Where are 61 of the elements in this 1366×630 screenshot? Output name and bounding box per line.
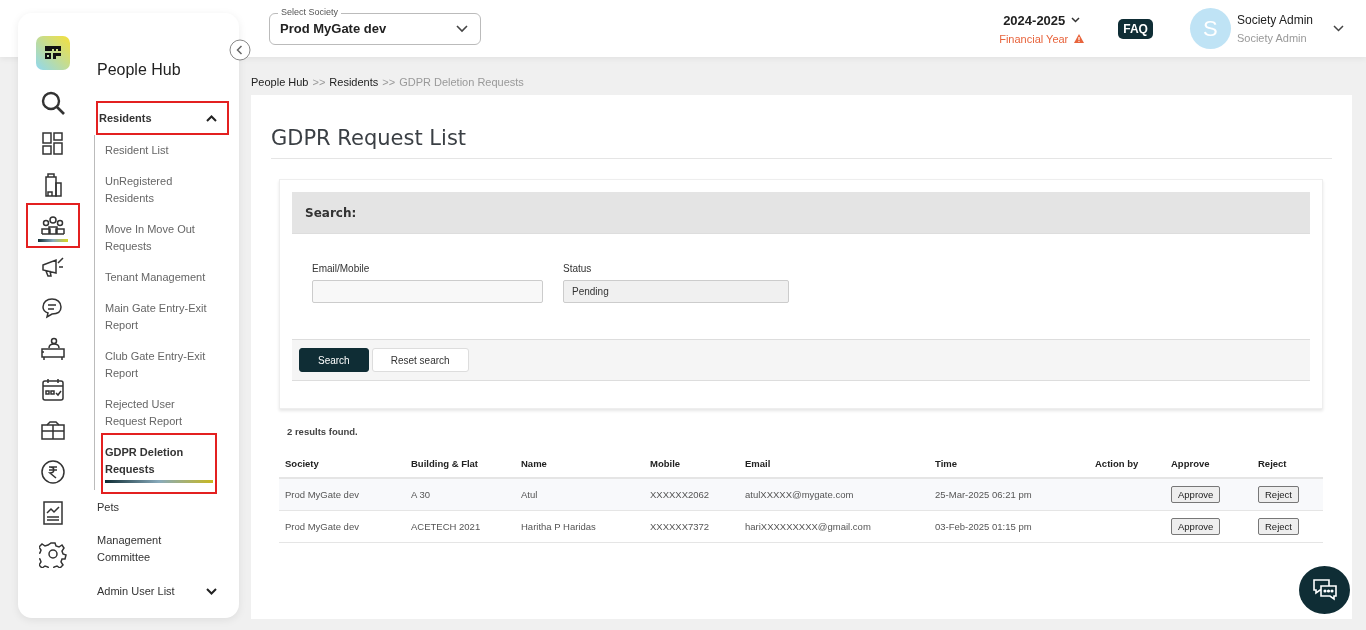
search-title: Search: [305,205,357,220]
table-cell: XXXXXX7372 [650,521,710,532]
user-role: Society Admin [1236,32,1308,44]
table-cell: 25-Mar-2025 06:21 pm [935,489,1032,500]
approve-button[interactable]: Approve [1171,486,1221,503]
table-cell: Haritha P Haridas [521,521,596,532]
table-cell: A 30 [411,489,431,500]
breadcrumb-separator: >> [312,76,326,88]
chevron-down-icon [206,587,217,595]
year-dropdown[interactable]: 2024-2025 [1003,12,1066,28]
search-button[interactable]: Search [299,348,369,372]
table-cell: hariXXXXXXXXX@gmail.com [745,521,871,532]
settings-icon [39,539,67,568]
table-cell: 03-Feb-2025 01:15 pm [935,521,1032,532]
chevron-down-icon[interactable] [1333,25,1344,32]
rupee-icon [39,457,67,486]
table-cell: XXXXXX2062 [650,489,710,500]
chat-icon [1310,577,1339,603]
menu-group[interactable]: Residents [96,101,229,135]
section-title: People Hub [97,61,182,79]
breadcrumb-separator: >> [382,76,396,88]
table-cell: Atul [521,489,538,500]
status-select[interactable]: Pending [563,280,789,303]
menu-item[interactable]: UnRegistered Residents [105,166,213,214]
menu-item[interactable]: Rejected User Request Report [105,389,213,437]
email-mobile-field[interactable] [312,280,543,303]
financial-year-caption: Financial Year [999,32,1069,45]
reject-button[interactable]: Reject [1258,486,1299,503]
warning-icon [1074,34,1085,43]
menu-group[interactable]: Pets [96,490,229,524]
table-cell: Prod MyGate dev [285,489,359,500]
reject-button[interactable]: Reject [1258,518,1299,535]
menu-item[interactable]: Club Gate Entry-Exit Report [105,341,213,389]
menu-item[interactable]: Tenant Management [105,262,213,293]
table-cell: ACETECH 2021 [411,521,481,532]
field-label: Email/Mobile [312,263,371,274]
user-name: Society Admin [1236,13,1313,27]
chevron-down-icon [456,24,468,33]
reset-button[interactable]: Reset search [371,348,469,372]
select-label: Select Society [278,6,342,17]
page-title: GDPR Request List [271,126,1332,159]
field-label: Status [563,263,593,274]
app-logo-icon [36,36,70,70]
table-cell: Prod MyGate dev [285,521,359,532]
collapse-icon[interactable] [229,39,251,61]
results-count: 2 results found. [287,426,359,437]
avatar: S [1189,8,1231,49]
breadcrumb-link[interactable]: People Hub [251,76,309,88]
table-cell: atulXXXXX@mygate.com [745,489,854,500]
menu-item[interactable]: Main Gate Entry-Exit Report [105,293,213,341]
approve-button[interactable]: Approve [1171,518,1221,535]
menu-group[interactable]: Admin User List [96,574,229,608]
faq-button[interactable]: FAQ [1118,18,1153,39]
chevron-down-icon [1071,17,1081,23]
menu-group[interactable]: Management Committee [96,524,229,574]
breadcrumb-link[interactable]: Residents [329,76,379,88]
menu-item[interactable]: Resident List [105,135,213,166]
menu-item[interactable]: GDPR Deletion Requests [105,437,213,490]
active-indicator [38,239,68,242]
chevron-up-icon [206,114,217,122]
menu-item[interactable]: Move In Move Out Requests [105,214,213,262]
